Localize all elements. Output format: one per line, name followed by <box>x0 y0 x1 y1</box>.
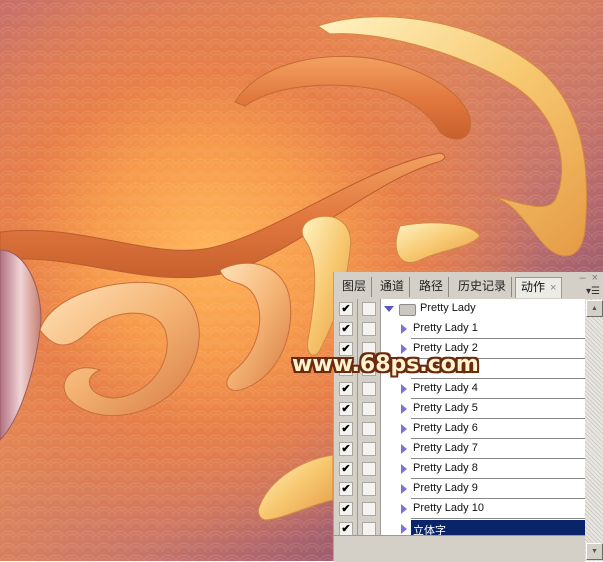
action-row[interactable]: ✔ Pretty Lady 5 <box>334 399 585 419</box>
panel-footer <box>334 535 585 562</box>
toggle-item-checkbox[interactable]: ✔ <box>339 422 353 436</box>
toggle-dialog-checkbox[interactable] <box>362 322 376 336</box>
action-row[interactable]: ✔ Pretty Lady 6 <box>334 419 585 439</box>
stroke-loop <box>39 281 200 417</box>
expand-triangle-icon[interactable] <box>401 444 407 454</box>
stroke-right-hook <box>395 222 481 264</box>
action-set-row[interactable]: ✔ Pretty Lady <box>334 299 585 319</box>
action-label: Pretty Lady 4 <box>413 382 478 394</box>
action-set-label: Pretty Lady <box>420 302 476 314</box>
action-row[interactable]: ✔ Pretty Lady 8 <box>334 459 585 479</box>
expand-triangle-icon[interactable] <box>401 404 407 414</box>
expand-triangle-icon[interactable] <box>401 324 407 334</box>
action-row[interactable]: ✔ Pretty Lady 1 <box>334 319 585 339</box>
expand-triangle-icon[interactable] <box>401 524 407 534</box>
panel-tab-bar: 图层 通道 路径 历史记录 动作 × – × ▾☰ <box>334 272 603 298</box>
toggle-dialog-checkbox[interactable] <box>362 402 376 416</box>
toggle-dialog-checkbox[interactable] <box>362 482 376 496</box>
watermark-text: www.68ps.com <box>292 352 479 377</box>
stroke-left-mauve <box>0 249 42 441</box>
toggle-item-checkbox[interactable]: ✔ <box>339 382 353 396</box>
toggle-item-checkbox[interactable]: ✔ <box>339 322 353 336</box>
stroke-o <box>219 262 292 391</box>
action-label: Pretty Lady 5 <box>413 402 478 414</box>
toggle-dialog-checkbox[interactable] <box>362 462 376 476</box>
toggle-item-checkbox[interactable]: ✔ <box>339 522 353 536</box>
action-row[interactable]: ✔ Pretty Lady 9 <box>334 479 585 499</box>
tab-label: 图层 <box>342 279 367 293</box>
action-label: Pretty Lady 6 <box>413 422 478 434</box>
expand-triangle-icon[interactable] <box>401 464 407 474</box>
folder-icon <box>399 304 416 316</box>
action-label: Pretty Lady 7 <box>413 442 478 454</box>
toggle-item-checkbox[interactable]: ✔ <box>339 502 353 516</box>
panel-menu-icon[interactable]: ▾☰ <box>586 286 600 297</box>
expand-triangle-icon[interactable] <box>401 384 407 394</box>
expand-triangle-icon[interactable] <box>401 424 407 434</box>
toggle-item-checkbox[interactable]: ✔ <box>339 302 353 316</box>
expand-triangle-icon[interactable] <box>401 484 407 494</box>
action-label: Pretty Lady 10 <box>413 502 484 514</box>
tab-paths[interactable]: 路径 <box>414 277 450 297</box>
tab-actions[interactable]: 动作 × <box>515 277 563 298</box>
scroll-down-button[interactable]: ▼ <box>586 543 603 560</box>
stroke-long-sweep <box>0 152 446 279</box>
tab-label: 历史记录 <box>458 279 507 293</box>
stroke-bottom <box>257 454 334 521</box>
tab-close-icon[interactable]: × <box>550 282 556 294</box>
toggle-dialog-checkbox[interactable] <box>362 502 376 516</box>
toggle-item-checkbox[interactable]: ✔ <box>339 402 353 416</box>
stroke-mid-curve <box>234 55 471 140</box>
toggle-item-checkbox[interactable]: ✔ <box>339 462 353 476</box>
tab-label: 通道 <box>380 279 405 293</box>
expand-triangle-icon[interactable] <box>401 504 407 514</box>
toggle-dialog-checkbox[interactable] <box>362 522 376 536</box>
action-label: Pretty Lady 1 <box>413 322 478 334</box>
scrollbar[interactable]: ▲ ▼ <box>585 299 603 561</box>
tab-label: 路径 <box>419 279 444 293</box>
scroll-up-button[interactable]: ▲ <box>586 300 603 317</box>
window-controls: – × <box>573 272 598 284</box>
tab-label: 动作 <box>521 280 546 294</box>
close-icon[interactable]: × <box>592 272 598 284</box>
action-row[interactable]: ✔ Pretty Lady 4 <box>334 379 585 399</box>
toggle-dialog-checkbox[interactable] <box>362 422 376 436</box>
expand-triangle-icon[interactable] <box>384 306 394 312</box>
actions-panel: 图层 通道 路径 历史记录 动作 × – × ▾☰ ✔ Pretty Lady ✔ P… <box>333 272 603 562</box>
tab-history[interactable]: 历史记录 <box>453 277 513 297</box>
toggle-dialog-checkbox[interactable] <box>362 302 376 316</box>
action-row[interactable]: ✔ Pretty Lady 10 <box>334 499 585 519</box>
tab-layers[interactable]: 图层 <box>337 277 373 297</box>
toggle-item-checkbox[interactable]: ✔ <box>339 482 353 496</box>
actions-list: ✔ Pretty Lady ✔ Pretty Lady 1 ✔ Pretty Lady… <box>334 299 585 539</box>
toggle-item-checkbox[interactable]: ✔ <box>339 442 353 456</box>
action-label: Pretty Lady 8 <box>413 462 478 474</box>
tab-channels[interactable]: 通道 <box>375 277 411 297</box>
toggle-dialog-checkbox[interactable] <box>362 382 376 396</box>
action-row[interactable]: ✔ Pretty Lady 7 <box>334 439 585 459</box>
toggle-dialog-checkbox[interactable] <box>362 442 376 456</box>
minimize-icon[interactable]: – <box>579 272 585 284</box>
action-label: Pretty Lady 9 <box>413 482 478 494</box>
